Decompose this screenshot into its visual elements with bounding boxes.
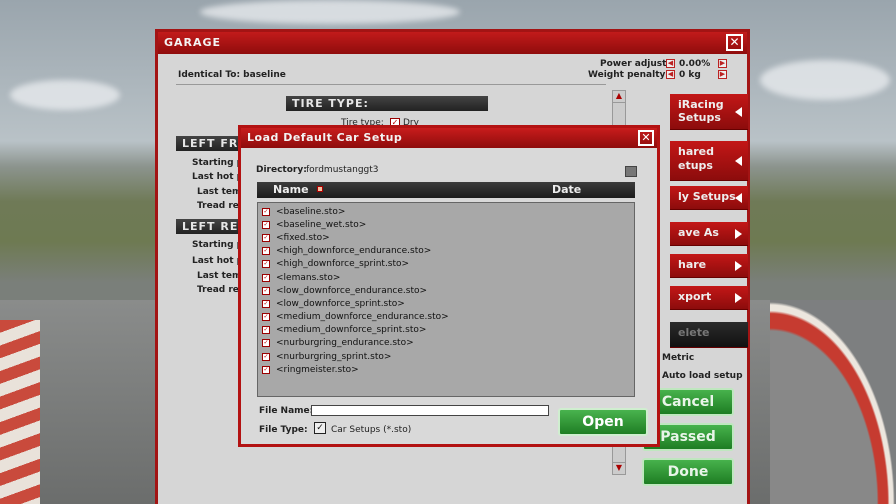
garage-title: GARAGE <box>158 32 747 54</box>
scroll-down-icon[interactable]: ▼ <box>613 462 625 474</box>
file-type-value: Car Setups (*.sto) <box>331 425 412 435</box>
my-setups-button[interactable]: ly Setups <box>670 186 748 210</box>
file-icon: ✓ <box>262 313 270 322</box>
dialog-close-button[interactable]: ✕ <box>638 130 654 146</box>
power-adjust-label: Power adjust: <box>600 59 671 69</box>
save-as-label: ave As <box>678 226 719 239</box>
save-as-button[interactable]: ave As <box>670 222 748 246</box>
file-name-label: File Name: <box>259 406 314 416</box>
file-list-item[interactable]: ✓ <medium_downforce_endurance.sto> <box>258 311 634 324</box>
file-icon: ✓ <box>262 220 270 229</box>
file-list-item[interactable]: ✓ <high_downforce_sprint.sto> <box>258 258 634 271</box>
garage-close-button[interactable]: ✕ <box>726 34 743 51</box>
shared-setups-button[interactable]: hared etups <box>670 141 748 181</box>
file-name-input[interactable] <box>311 405 549 416</box>
weight-penalty-value: 0 kg <box>679 70 701 80</box>
file-name-text: <baseline_wet.sto> <box>276 219 367 230</box>
chevron-left-icon <box>735 106 742 117</box>
file-icon: ✓ <box>262 299 270 308</box>
file-icon: ✓ <box>262 286 270 295</box>
file-list-item[interactable]: ✓ <baseline_wet.sto> <box>258 218 634 231</box>
file-icon: ✓ <box>262 326 270 335</box>
file-name-text: <lemans.sto> <box>276 272 341 283</box>
directory-value: fordmustanggt3 <box>306 165 379 175</box>
file-name-text: <medium_downforce_endurance.sto> <box>276 312 449 323</box>
delete-button[interactable]: elete <box>670 322 748 348</box>
file-name-text: <fixed.sto> <box>276 232 330 243</box>
power-adjust-decrease[interactable]: ◀ <box>666 59 675 68</box>
file-icon: ✓ <box>262 352 270 361</box>
file-type-dropdown[interactable]: ✓ <box>314 422 326 434</box>
file-name-text: <medium_downforce_sprint.sto> <box>276 325 427 336</box>
chevron-left-icon <box>735 192 742 203</box>
file-icon: ✓ <box>262 365 270 374</box>
file-list-item[interactable]: ✓ <fixed.sto> <box>258 231 634 244</box>
open-button[interactable]: Open <box>558 408 648 436</box>
sort-icon <box>317 186 323 192</box>
export-label: xport <box>678 290 712 303</box>
file-icon: ✓ <box>262 207 270 216</box>
my-setups-label: ly Setups <box>678 190 736 203</box>
shared-setups-label: hared etups <box>678 145 715 172</box>
name-column-header[interactable]: Name <box>273 183 309 196</box>
file-icon: ✓ <box>262 233 270 242</box>
scroll-up-icon[interactable]: ▲ <box>613 91 625 103</box>
file-name-text: <ringmeister.sto> <box>276 364 359 375</box>
weight-penalty-label: Weight penalty: <box>588 70 669 80</box>
chevron-left-icon <box>735 155 742 166</box>
chevron-right-icon <box>735 260 742 271</box>
date-column-header[interactable]: Date <box>552 183 581 196</box>
file-list-item[interactable]: ✓ <nurburgring_endurance.sto> <box>258 337 634 350</box>
file-icon: ✓ <box>262 339 270 348</box>
weight-penalty-increase[interactable]: ▶ <box>718 70 727 79</box>
file-name-text: <high_downforce_sprint.sto> <box>276 259 410 270</box>
file-list-item[interactable]: ✓ <nurburgring_sprint.sto> <box>258 350 634 363</box>
file-name-text: <low_downforce_endurance.sto> <box>276 285 428 296</box>
file-name-text: <nurburgring_endurance.sto> <box>276 338 414 349</box>
file-name-text: <low_downforce_sprint.sto> <box>276 298 405 309</box>
left-front-header: LEFT FR <box>176 136 246 151</box>
delete-label: elete <box>678 326 710 339</box>
file-type-label: File Type: <box>259 425 308 435</box>
tire-type-header: TIRE TYPE: <box>286 96 488 111</box>
file-list-item[interactable]: ✓ <ringmeister.sto> <box>258 363 634 376</box>
done-button[interactable]: Done <box>642 458 734 486</box>
export-button[interactable]: xport <box>670 286 748 310</box>
power-adjust-value: 0.00% <box>679 59 711 69</box>
file-list-item[interactable]: ✓ <lemans.sto> <box>258 271 634 284</box>
chevron-right-icon <box>735 292 742 303</box>
file-icon: ✓ <box>262 260 270 269</box>
file-name-text: <high_downforce_endurance.sto> <box>276 246 432 257</box>
load-setup-dialog: Load Default Car Setup ✕ Directory: ford… <box>238 125 660 447</box>
dialog-title: Load Default Car Setup <box>241 128 657 148</box>
identical-to-label: Identical To: baseline <box>178 70 286 80</box>
auto-load-label: Auto load setup <box>662 371 743 381</box>
power-adjust-increase[interactable]: ▶ <box>718 59 727 68</box>
file-list-item[interactable]: ✓ <medium_downforce_sprint.sto> <box>258 324 634 337</box>
file-icon: ✓ <box>262 273 270 282</box>
weight-penalty-decrease[interactable]: ◀ <box>666 70 675 79</box>
chevron-right-icon <box>735 228 742 239</box>
file-name-text: <baseline.sto> <box>276 206 346 217</box>
file-list-header: Name Date <box>257 182 635 198</box>
file-list-item[interactable]: ✓ <high_downforce_endurance.sto> <box>258 245 634 258</box>
share-label: hare <box>678 258 707 271</box>
directory-label: Directory: <box>256 165 307 175</box>
left-rear-header: LEFT RE <box>176 219 246 234</box>
file-list[interactable]: ✓ <baseline.sto> ✓ <baseline_wet.sto> ✓ <fixe… <box>257 202 635 397</box>
file-list-item[interactable]: ✓ <low_downforce_endurance.sto> <box>258 284 634 297</box>
iracing-setups-button[interactable]: iRacing Setups <box>670 94 748 130</box>
share-button[interactable]: hare <box>670 254 748 278</box>
file-name-text: <nurburgring_sprint.sto> <box>276 351 392 362</box>
metric-label: Metric <box>662 353 695 363</box>
folder-up-icon[interactable] <box>625 166 637 177</box>
file-list-item[interactable]: ✓ <low_downforce_sprint.sto> <box>258 297 634 310</box>
iracing-setups-label: iRacing Setups <box>678 98 724 124</box>
file-icon: ✓ <box>262 247 270 256</box>
file-list-item[interactable]: ✓ <baseline.sto> <box>258 205 634 218</box>
